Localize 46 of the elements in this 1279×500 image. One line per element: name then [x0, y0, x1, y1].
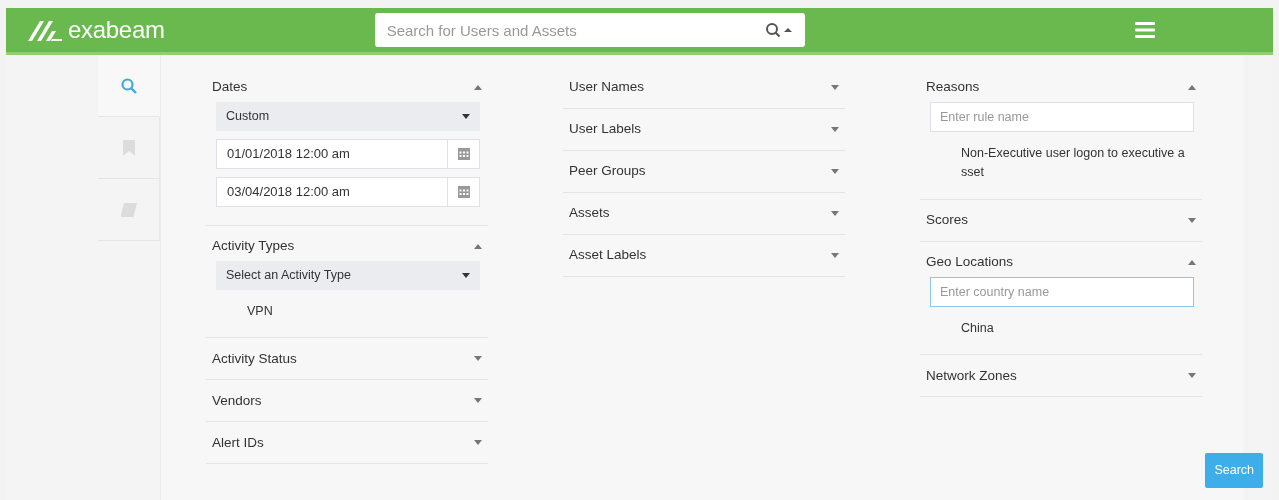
caret-icon [474, 440, 482, 446]
menu-icon[interactable] [1135, 22, 1155, 38]
section-header[interactable]: Vendors [212, 380, 482, 422]
calendar-icon[interactable] [457, 186, 470, 198]
section-header[interactable]: Alert IDs [212, 422, 482, 464]
book-icon [120, 202, 137, 217]
caret-icon [831, 85, 839, 90]
caret-icon [1188, 217, 1196, 223]
section-header[interactable]: Asset Labels [569, 235, 839, 276]
filter-value: China [960, 319, 995, 337]
date-field[interactable]: 03/04/2018 12:00 am [216, 177, 480, 207]
caret-icon [474, 244, 482, 249]
caret-icon [1188, 373, 1196, 379]
caret-icon [831, 211, 839, 216]
caret-icon [831, 127, 839, 132]
caret-icon [462, 273, 470, 278]
search-icon[interactable] [764, 22, 793, 38]
date-field[interactable]: 01/01/2018 12:00 am [216, 139, 480, 169]
caret-icon [1188, 259, 1196, 265]
section-header[interactable]: User Names [569, 67, 839, 108]
section-header[interactable]: Assets [569, 193, 839, 234]
calendar-icon[interactable] [457, 148, 470, 160]
sidebar-tab[interactable] [98, 55, 160, 117]
caret-icon [1188, 85, 1196, 90]
caret-icon [474, 85, 482, 90]
filter-value: Non-Executive user logon to executive a sset [960, 145, 1186, 182]
logo-icon [28, 19, 62, 41]
dropdown[interactable]: Custom [216, 102, 480, 131]
search-field[interactable]: Search for Users and Assets [374, 13, 805, 47]
caret-icon [462, 114, 470, 119]
caret-icon [831, 253, 839, 258]
caret-icon [831, 169, 839, 174]
caret-icon [474, 398, 482, 404]
section-header[interactable]: Scores [926, 199, 1196, 241]
dropdown[interactable]: Select an Activity Type [216, 261, 480, 290]
section-header[interactable]: Network Zones [926, 355, 1196, 397]
input-field[interactable]: Enter rule name [930, 102, 1194, 132]
search-icon [120, 77, 137, 94]
section-header[interactable]: Activity Status [212, 338, 482, 380]
input-field[interactable]: Enter country name [930, 276, 1194, 307]
bookmark-icon [122, 139, 135, 156]
section-header[interactable]: Peer Groups [569, 151, 839, 192]
caret-icon [474, 356, 482, 362]
filter-value: VPN [246, 303, 274, 320]
logo-text: exabeam [68, 15, 165, 45]
section-header[interactable]: User Labels [569, 109, 839, 150]
